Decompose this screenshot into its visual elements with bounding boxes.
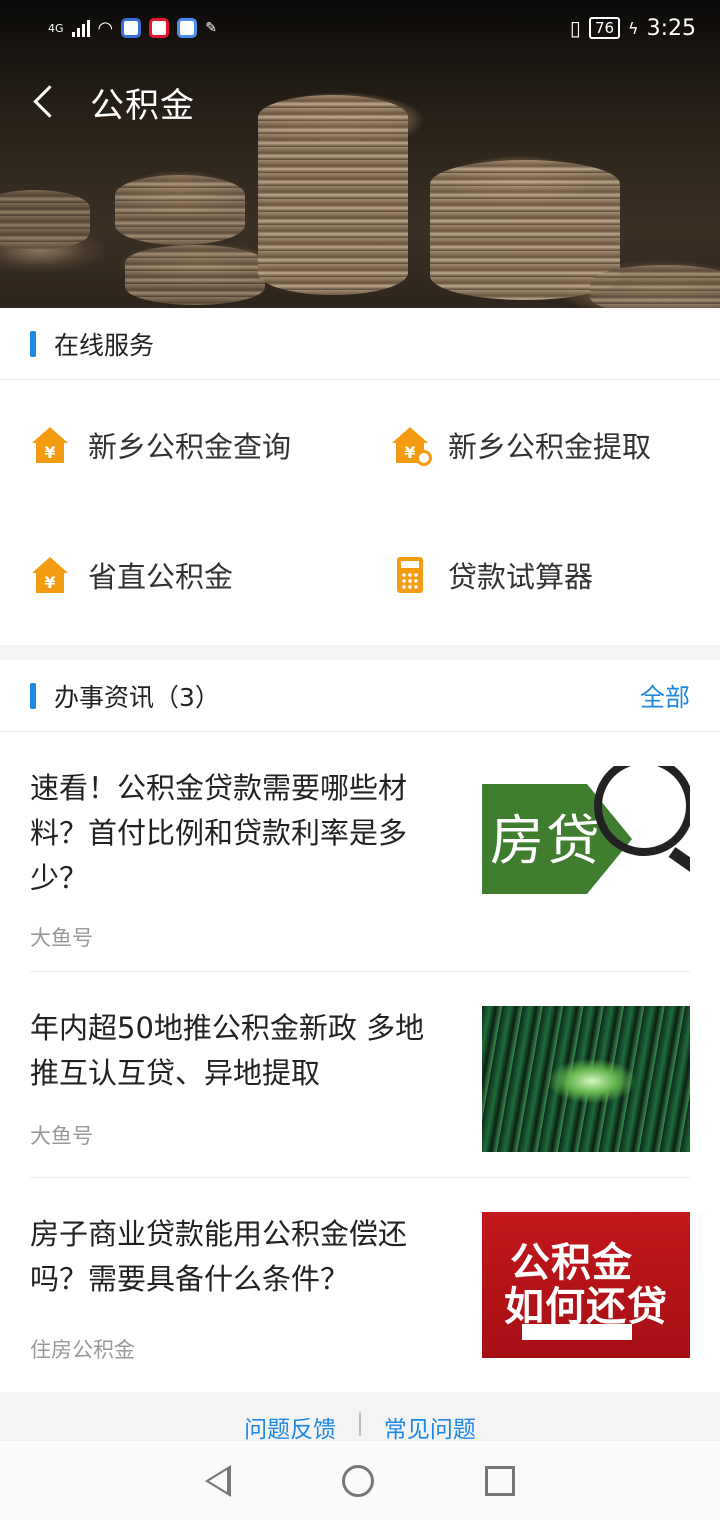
service-label: 新乡公积金查询 bbox=[88, 430, 292, 464]
page-title: 公积金 bbox=[90, 85, 195, 126]
service-label: 贷款试算器 bbox=[448, 560, 594, 594]
view-all-link[interactable]: 全部 bbox=[640, 678, 690, 714]
news-source: 大鱼号 bbox=[30, 1124, 93, 1148]
coin-stack bbox=[590, 265, 720, 308]
news-thumbnail: 房贷 bbox=[482, 766, 690, 912]
nav-back-icon[interactable] bbox=[205, 1464, 232, 1497]
title-bar: 公积金 bbox=[0, 70, 195, 134]
section-accent-bar bbox=[30, 682, 36, 709]
service-grid: ¥ 新乡公积金查询 ¥ 新乡公积金提取 ¥ 省直公积金 贷款试算器 bbox=[0, 380, 720, 640]
search-app-icon bbox=[177, 18, 198, 38]
signal-icon bbox=[71, 19, 90, 37]
section-title: 办事资讯（3） bbox=[54, 682, 220, 712]
news-thumbnail: 公积金 如何还贷 bbox=[482, 1212, 690, 1358]
news-title: 年内超50地推公积金新政 多地推互认互贷、异地提取 bbox=[30, 1011, 425, 1090]
service-provincial-fund[interactable]: ¥ 省直公积金 bbox=[0, 510, 360, 640]
coin-stack bbox=[0, 190, 90, 250]
service-xinxiang-withdraw[interactable]: ¥ 新乡公积金提取 bbox=[360, 380, 720, 510]
news-item[interactable]: 房子商业贷款能用公积金偿还吗？需要具备什么条件？ 住房公积金 公积金 如何还贷 bbox=[30, 1178, 690, 1390]
battery-icon: 76 bbox=[588, 17, 621, 39]
status-bar: 4G ◠ ✎ ▯ 76 ϟ 3:25 bbox=[0, 0, 720, 56]
service-label: 新乡公积金提取 bbox=[448, 430, 652, 464]
news-title: 房子商业贷款能用公积金偿还吗？需要具备什么条件？ bbox=[30, 1217, 408, 1296]
news-source: 大鱼号 bbox=[30, 926, 93, 950]
section-accent-bar bbox=[30, 330, 36, 357]
coin-stack bbox=[258, 95, 408, 295]
nav-home-icon[interactable] bbox=[341, 1464, 374, 1497]
news-item[interactable]: 速看！公积金贷款需要哪些材料？首付比例和贷款利率是多少？ 大鱼号 房贷 bbox=[30, 732, 690, 972]
section-header: 在线服务 bbox=[0, 308, 720, 380]
network-type: 4G bbox=[48, 21, 64, 35]
news-thumbnail bbox=[482, 1006, 690, 1152]
system-nav-bar bbox=[0, 1440, 720, 1520]
service-label: 省直公积金 bbox=[88, 560, 234, 594]
news-title: 速看！公积金贷款需要哪些材料？首付比例和贷款利率是多少？ bbox=[30, 771, 408, 895]
online-services-card: 在线服务 ¥ 新乡公积金查询 ¥ 新乡公积金提取 ¥ 省直公积金 贷款试算器 bbox=[0, 308, 720, 645]
service-loan-calculator[interactable]: 贷款试算器 bbox=[360, 510, 720, 640]
coin-stack bbox=[115, 175, 245, 245]
news-source: 住房公积金 bbox=[30, 1338, 135, 1362]
house-yuan-icon: ¥ bbox=[30, 425, 70, 465]
baidu-app-icon bbox=[121, 18, 142, 38]
status-time: 3:25 bbox=[646, 15, 696, 41]
header-banner: 4G ◠ ✎ ▯ 76 ϟ 3:25 公积金 bbox=[0, 0, 720, 308]
nav-recents-icon[interactable] bbox=[484, 1465, 515, 1496]
vibrate-icon: ▯ bbox=[569, 16, 581, 40]
thumbnail-text: 房贷 bbox=[490, 809, 602, 872]
notification-icon: ✎ bbox=[205, 20, 217, 36]
news-item[interactable]: 年内超50地推公积金新政 多地推互认互贷、异地提取 大鱼号 bbox=[30, 972, 690, 1178]
section-header: 办事资讯（3） 全部 bbox=[0, 660, 720, 732]
wifi-icon: ◠ bbox=[97, 17, 114, 39]
house-yuan-icon: ¥ bbox=[30, 555, 70, 595]
house-yuan-withdraw-icon: ¥ bbox=[390, 425, 432, 466]
weibo-app-icon bbox=[149, 18, 170, 38]
service-xinxiang-query[interactable]: ¥ 新乡公积金查询 bbox=[0, 380, 360, 510]
back-arrow-icon[interactable] bbox=[30, 82, 60, 122]
section-title: 在线服务 bbox=[54, 330, 155, 360]
news-card: 办事资讯（3） 全部 速看！公积金贷款需要哪些材料？首付比例和贷款利率是多少？ … bbox=[0, 660, 720, 1392]
charging-icon: ϟ bbox=[628, 18, 639, 38]
calculator-icon bbox=[390, 555, 430, 595]
coin-stack bbox=[125, 245, 265, 305]
